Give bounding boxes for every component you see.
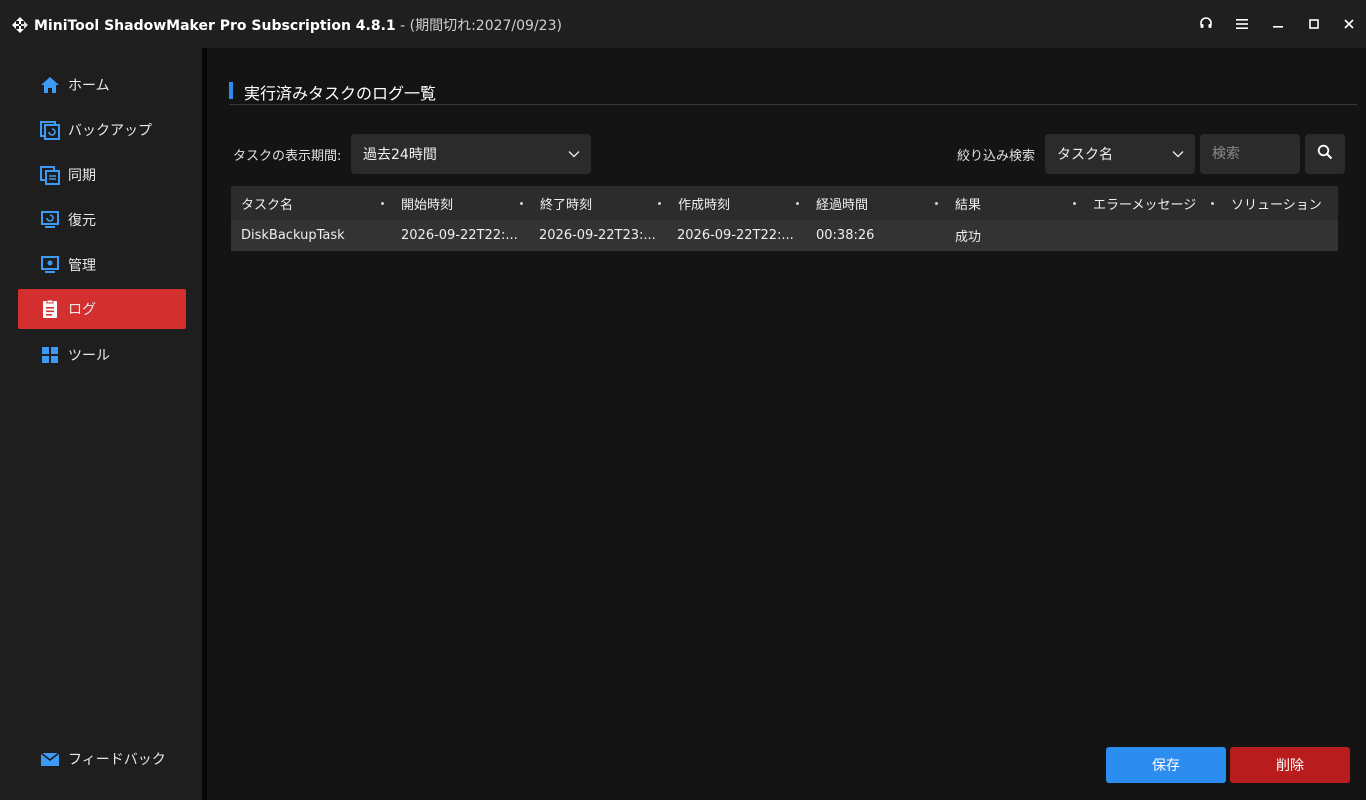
home-icon xyxy=(39,74,61,96)
section-header: 実行済みタスクのログ一覧 xyxy=(229,80,1357,105)
feedback-button[interactable]: フィードバック xyxy=(18,739,186,779)
app-name: MiniTool ShadowMaker Pro Subscription 4.… xyxy=(34,18,396,34)
sidebar-item-label: バックアップ xyxy=(68,123,152,139)
table-header: タスク名 開始時刻 終了時刻 作成時刻 経過時間 結果 エラーメッセージ ソリュ… xyxy=(231,186,1338,220)
column-resize-handle[interactable] xyxy=(520,202,523,205)
maximize-button[interactable] xyxy=(1301,12,1327,36)
menu-icon xyxy=(1236,15,1248,34)
feedback-label: フィードバック xyxy=(68,752,166,768)
save-button[interactable]: 保存 xyxy=(1106,747,1226,783)
cell-result: 成功 xyxy=(955,230,982,245)
window-title: MiniTool ShadowMaker Pro Subscription 4.… xyxy=(34,15,562,35)
support-button[interactable] xyxy=(1193,12,1219,36)
filter-select-value: タスク名 xyxy=(1057,147,1113,163)
column-resize-handle[interactable] xyxy=(935,202,938,205)
license-expiry: - (期間切れ:2027/09/23) xyxy=(395,18,562,34)
sidebar: ホーム バックアップ 同期 復元 管理 ログ ツール フィードバック xyxy=(0,48,202,800)
filter-label: 絞り込み検索 xyxy=(957,149,1036,164)
column-header-task-name[interactable]: タスク名 xyxy=(241,186,293,220)
sidebar-item-home[interactable]: ホーム xyxy=(18,65,186,105)
sidebar-item-manage[interactable]: 管理 xyxy=(18,245,186,285)
cell-error-message xyxy=(1093,220,1223,251)
section-accent-bar xyxy=(229,82,233,99)
close-button[interactable] xyxy=(1336,12,1362,36)
period-select[interactable]: 過去24時間 xyxy=(351,134,591,174)
backup-icon xyxy=(39,119,61,141)
maximize-icon xyxy=(1308,15,1320,34)
sidebar-item-log[interactable]: ログ xyxy=(18,289,186,329)
cell-elapsed: 00:38:26 xyxy=(816,228,875,243)
headset-icon xyxy=(1199,15,1213,34)
sidebar-item-restore[interactable]: 復元 xyxy=(18,200,186,240)
table-row[interactable]: DiskBackupTask 2026-09-22T22:... 2026-09… xyxy=(231,220,1338,251)
mail-icon xyxy=(39,748,61,770)
column-header-start-time[interactable]: 開始時刻 xyxy=(401,186,453,220)
chevron-down-icon xyxy=(567,147,581,165)
minimize-button[interactable] xyxy=(1265,12,1291,36)
title-bar: MiniTool ShadowMaker Pro Subscription 4.… xyxy=(0,0,1366,48)
chevron-down-icon xyxy=(1171,147,1185,165)
column-header-elapsed[interactable]: 経過時間 xyxy=(816,186,868,220)
sidebar-item-label: 復元 xyxy=(68,213,96,229)
cell-start-time: 2026-09-22T22:... xyxy=(401,228,518,243)
main-panel: 実行済みタスクのログ一覧 タスクの表示期間: 過去24時間 絞り込み検索 タスク… xyxy=(207,48,1366,800)
restore-icon xyxy=(39,209,61,231)
sync-icon xyxy=(39,164,61,186)
column-resize-handle[interactable] xyxy=(796,202,799,205)
sidebar-item-backup[interactable]: バックアップ xyxy=(18,110,186,150)
column-resize-handle[interactable] xyxy=(1211,202,1214,205)
column-header-solution[interactable]: ソリューション xyxy=(1231,186,1322,220)
column-header-result[interactable]: 結果 xyxy=(955,186,981,220)
column-resize-handle[interactable] xyxy=(381,202,384,205)
search-button[interactable] xyxy=(1305,134,1345,174)
sidebar-item-tools[interactable]: ツール xyxy=(18,335,186,375)
period-label: タスクの表示期間: xyxy=(233,149,342,164)
sidebar-item-label: ホーム xyxy=(68,78,110,94)
sidebar-item-sync[interactable]: 同期 xyxy=(18,155,186,195)
page-title: 実行済みタスクのログ一覧 xyxy=(244,84,437,103)
app-logo-icon xyxy=(10,15,30,35)
column-resize-handle[interactable] xyxy=(658,202,661,205)
period-select-value: 過去24時間 xyxy=(363,147,437,163)
column-resize-handle[interactable] xyxy=(1073,202,1076,205)
cell-created-time: 2026-09-22T22:... xyxy=(677,228,794,243)
app-window: MiniTool ShadowMaker Pro Subscription 4.… xyxy=(0,0,1366,800)
sidebar-item-label: ツール xyxy=(68,348,110,364)
log-icon xyxy=(39,298,61,320)
manage-icon xyxy=(39,254,61,276)
cell-end-time: 2026-09-22T23:... xyxy=(539,228,656,243)
filter-select[interactable]: タスク名 xyxy=(1045,134,1195,174)
cell-task-name: DiskBackupTask xyxy=(241,228,345,243)
column-header-created-time[interactable]: 作成時刻 xyxy=(678,186,730,220)
close-icon xyxy=(1343,15,1355,34)
menu-button[interactable] xyxy=(1229,12,1255,36)
sidebar-item-label: 管理 xyxy=(68,258,96,274)
sidebar-item-label: ログ xyxy=(68,302,96,318)
column-header-error-message[interactable]: エラーメッセージ xyxy=(1093,186,1196,220)
sidebar-item-label: 同期 xyxy=(68,168,96,184)
cell-solution xyxy=(1231,220,1331,251)
search-input[interactable] xyxy=(1200,134,1300,174)
minimize-icon xyxy=(1272,15,1284,34)
column-header-end-time[interactable]: 終了時刻 xyxy=(540,186,592,220)
tools-icon xyxy=(39,344,61,366)
log-table: タスク名 開始時刻 終了時刻 作成時刻 経過時間 結果 エラーメッセージ ソリュ… xyxy=(231,186,1338,251)
search-icon xyxy=(1317,144,1333,164)
delete-button[interactable]: 削除 xyxy=(1230,747,1350,783)
